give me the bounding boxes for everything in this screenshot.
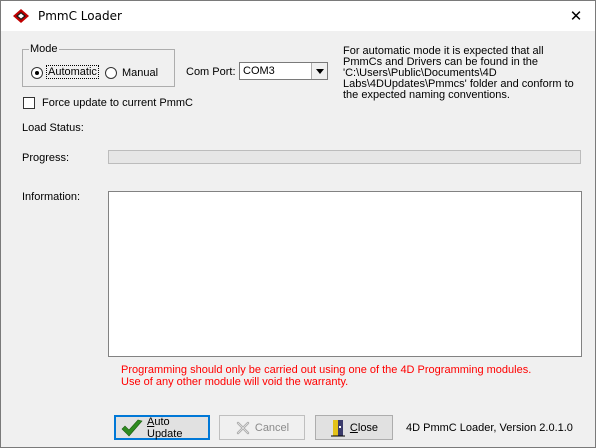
progress-label: Progress: — [22, 152, 70, 164]
cancel-button[interactable]: Cancel — [219, 415, 305, 440]
information-label: Information: — [22, 191, 81, 203]
mode-manual-label[interactable]: Manual — [122, 67, 158, 79]
door-icon — [330, 419, 345, 436]
version-label: 4D PmmC Loader, Version 2.0.1.0 — [406, 422, 573, 434]
mode-automatic-radio[interactable] — [31, 67, 43, 79]
com-port-value: COM3 — [243, 65, 275, 77]
com-port-label: Com Port: — [186, 66, 236, 78]
window-title: PmmC Loader — [38, 9, 122, 23]
force-update-checkbox[interactable] — [23, 97, 35, 109]
close-button[interactable]: Close — [315, 415, 393, 440]
automatic-mode-note: For automatic mode it is expected that a… — [343, 45, 574, 101]
pmmc-loader-window: PmmC Loader ✕ Mode Automatic Manual Com … — [0, 0, 596, 448]
close-button-label: Close — [349, 421, 379, 434]
4d-logo-icon — [13, 9, 29, 23]
window-close-button[interactable]: ✕ — [563, 4, 589, 28]
progress-bar — [108, 150, 581, 164]
information-textarea[interactable] — [108, 191, 582, 357]
title-bar[interactable]: PmmC Loader ✕ — [1, 1, 595, 31]
com-port-select[interactable]: COM3 — [239, 62, 328, 80]
mode-group-legend: Mode — [29, 43, 59, 55]
cancel-x-icon — [236, 421, 250, 434]
warning-line-1: Programming should only be carried out u… — [121, 364, 532, 376]
auto-update-button-label: Auto Update — [147, 415, 183, 440]
checkmark-icon — [121, 419, 143, 436]
force-update-label[interactable]: Force update to current PmmC — [42, 97, 193, 109]
chevron-down-icon[interactable] — [311, 63, 327, 79]
load-status-label: Load Status: — [22, 122, 84, 134]
warranty-warning: Programming should only be carried out u… — [121, 364, 531, 388]
warning-line-2: Use of any other module will void the wa… — [121, 376, 349, 388]
auto-update-button[interactable]: Auto Update — [114, 415, 210, 440]
mode-automatic-label[interactable]: Automatic — [46, 65, 99, 79]
mode-manual-radio[interactable] — [105, 67, 117, 79]
cancel-button-label: Cancel — [254, 421, 290, 434]
